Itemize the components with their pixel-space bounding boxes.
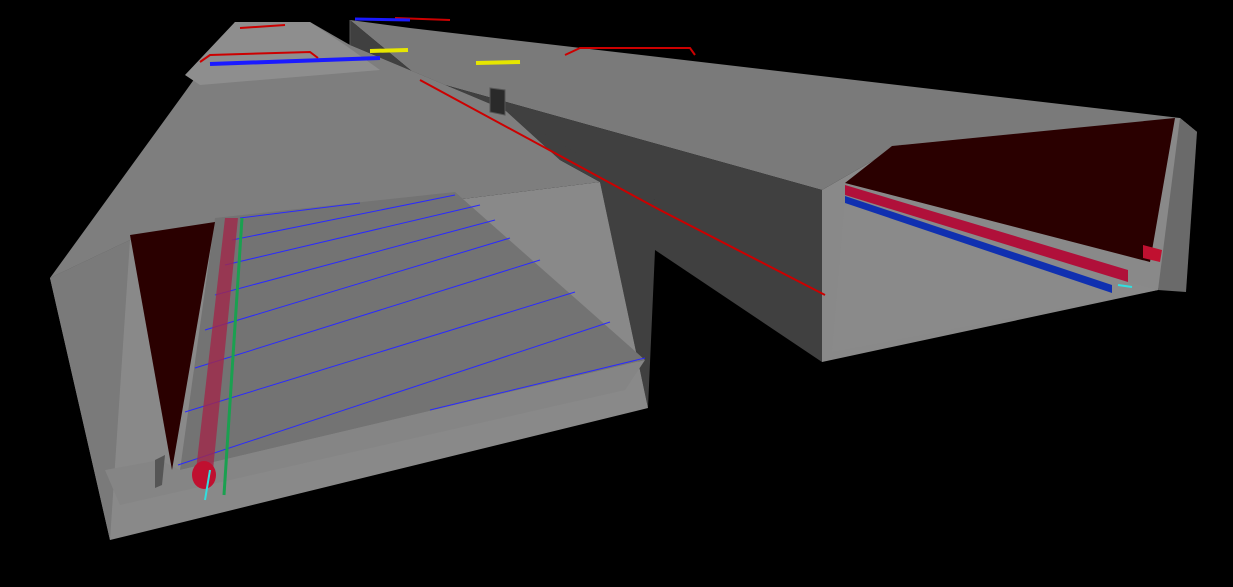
roof-shaft-box	[489, 87, 506, 116]
3d-viewport[interactable]	[0, 0, 1233, 587]
roof-yellow-marker-1	[369, 48, 409, 53]
roof-blue-marker-top	[354, 17, 411, 22]
roof-yellow-marker-2	[475, 60, 521, 65]
tunnel-model	[50, 17, 1197, 540]
left-tunnel-red-pipe-end	[192, 461, 216, 489]
